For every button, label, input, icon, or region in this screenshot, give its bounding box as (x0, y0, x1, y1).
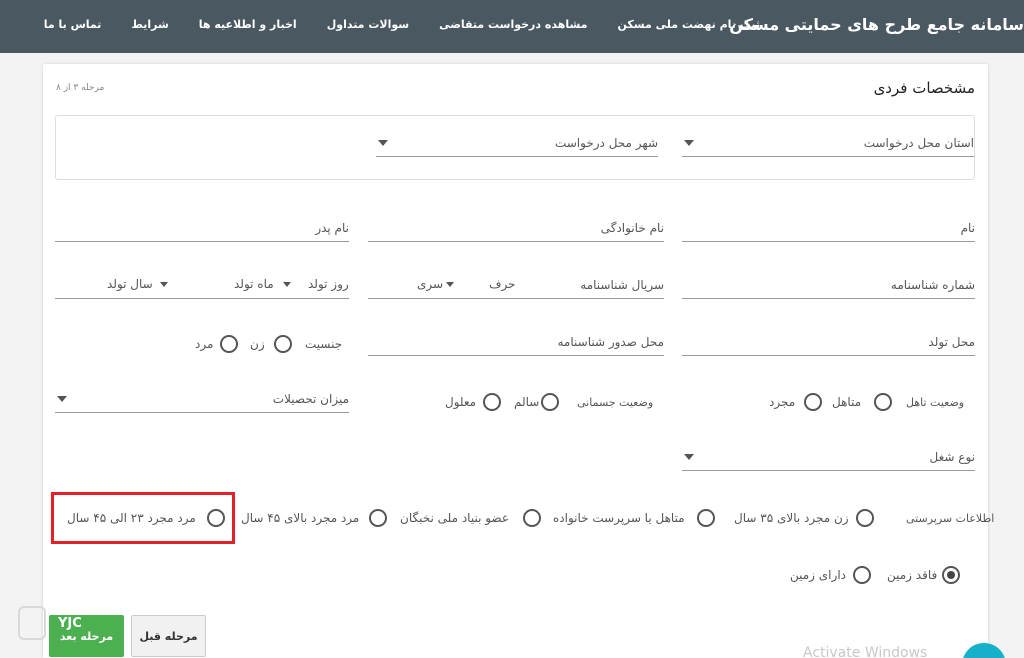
watermark-logo-icon (18, 606, 46, 640)
id-number-label: شماره شناسنامه (890, 278, 975, 292)
guardianship-married-head-label: متاهل یا سرپرست خانواده (553, 511, 685, 525)
education-label: میزان تحصیلات (272, 392, 349, 406)
form-title: مشخصات فردی (873, 79, 975, 97)
activate-windows-text: Activate Windows (803, 645, 928, 658)
city-label: شهر محل درخواست (554, 136, 658, 150)
id-number-field[interactable]: شماره شناسنامه (682, 273, 975, 299)
birth-place-label: محل تولد (928, 335, 975, 349)
chevron-down-icon (684, 140, 694, 146)
nav-menu: ثبت نام نهضت ملی مسکن مشاهده درخواست متق… (44, 18, 760, 31)
personal-info-card: مشخصات فردی مرحله ۳ از ۸ استان محل درخوا… (43, 64, 994, 658)
nav-item-contact[interactable]: تماس با ما (44, 18, 102, 31)
education-select[interactable]: میزان تحصیلات (55, 387, 349, 413)
chevron-down-icon (378, 140, 388, 146)
letter-label: حرف (489, 277, 516, 291)
first-name-field[interactable]: نام (682, 216, 975, 242)
land-none-radio[interactable] (942, 566, 960, 584)
nav-item-terms[interactable]: شرایط (131, 18, 168, 31)
guardianship-married-head-radio[interactable] (697, 509, 715, 527)
physical-disabled-label: معلول (445, 395, 477, 409)
nav-item-news[interactable]: اخبار و اطلاعیه ها (199, 18, 297, 31)
chevron-down-icon (283, 282, 291, 287)
father-name-field[interactable]: نام پدر (55, 216, 349, 242)
first-name-label: نام (960, 221, 975, 235)
gender-female-label: زن (250, 337, 265, 351)
guardianship-elite-label: عضو بنیاد ملی نخبگان (400, 511, 509, 525)
nav-item-register[interactable]: ثبت نام نهضت ملی مسکن (617, 18, 760, 31)
physical-label: وضعیت جسمانی (577, 396, 654, 409)
guardianship-man45-label: مرد مجرد بالای ۴۵ سال (241, 511, 360, 525)
guardianship-label: اطلاعات سرپرستی (906, 512, 995, 525)
chevron-down-icon (684, 454, 694, 460)
site-brand[interactable]: سامانه جامع طرح های حمایتی مسکن (729, 15, 1024, 34)
physical-healthy-radio[interactable] (541, 393, 559, 411)
birth-year-select[interactable]: سال تولد (107, 277, 153, 291)
nav-item-view-request[interactable]: مشاهده درخواست متقاضی (439, 18, 587, 31)
marital-single-label: مجرد (769, 395, 796, 409)
gender-male-radio[interactable] (220, 335, 238, 353)
land-none-label: فاقد زمین (887, 568, 938, 582)
birth-date-group (55, 273, 349, 299)
guardianship-woman35-radio[interactable] (856, 509, 874, 527)
series-select[interactable]: سری (417, 277, 443, 291)
birth-place-field[interactable]: محل تولد (682, 330, 975, 356)
chevron-down-icon (57, 396, 67, 402)
prev-step-button[interactable]: مرحله قبل (131, 615, 206, 657)
prev-step-label: مرحله قبل (139, 629, 198, 643)
physical-disabled-radio[interactable] (483, 393, 501, 411)
gender-label: جنسیت (305, 337, 343, 351)
watermark-text: YJC (58, 616, 82, 631)
id-serial-field[interactable]: سریال شناسنامه (368, 273, 664, 299)
father-name-label: نام پدر (315, 221, 349, 235)
land-has-label: دارای زمین (790, 568, 846, 582)
city-select[interactable]: شهر محل درخواست (376, 131, 658, 157)
marital-label: وضعیت تاهل (906, 396, 965, 409)
top-navbar: سامانه جامع طرح های حمایتی مسکن ثبت نام … (0, 0, 1024, 53)
job-label: نوع شغل (929, 450, 975, 464)
step-indicator: مرحله ۳ از ۸ (56, 83, 105, 93)
province-label: استان محل درخواست (863, 136, 974, 150)
birth-day-label: روز تولد (308, 277, 349, 291)
land-has-radio[interactable] (853, 566, 871, 584)
gender-male-label: مرد (195, 337, 214, 351)
chevron-down-icon (160, 282, 168, 287)
issue-place-field[interactable]: محل صدور شناسنامه (368, 330, 664, 356)
guardianship-man45-radio[interactable] (369, 509, 387, 527)
issue-place-label: محل صدور شناسنامه (557, 335, 665, 349)
nav-item-faq[interactable]: سوالات متداول (327, 18, 409, 31)
marital-married-label: متاهل (832, 395, 862, 409)
highlight-box (51, 492, 235, 544)
province-select[interactable]: استان محل درخواست (682, 131, 974, 157)
last-name-label: نام خانوادگی (600, 221, 664, 235)
marital-single-radio[interactable] (804, 393, 822, 411)
physical-healthy-label: سالم (514, 395, 540, 409)
job-select[interactable]: نوع شغل (682, 445, 975, 471)
marital-married-radio[interactable] (874, 393, 892, 411)
gender-female-radio[interactable] (274, 335, 292, 353)
id-serial-label: سریال شناسنامه (580, 278, 664, 292)
next-step-label: مرحله بعد (59, 629, 114, 643)
guardianship-woman35-label: زن مجرد بالای ۳۵ سال (734, 511, 849, 525)
chevron-down-icon (446, 282, 454, 287)
birth-month-select[interactable]: ماه تولد (234, 277, 274, 291)
last-name-field[interactable]: نام خانوادگی (368, 216, 664, 242)
guardianship-elite-radio[interactable] (523, 509, 541, 527)
